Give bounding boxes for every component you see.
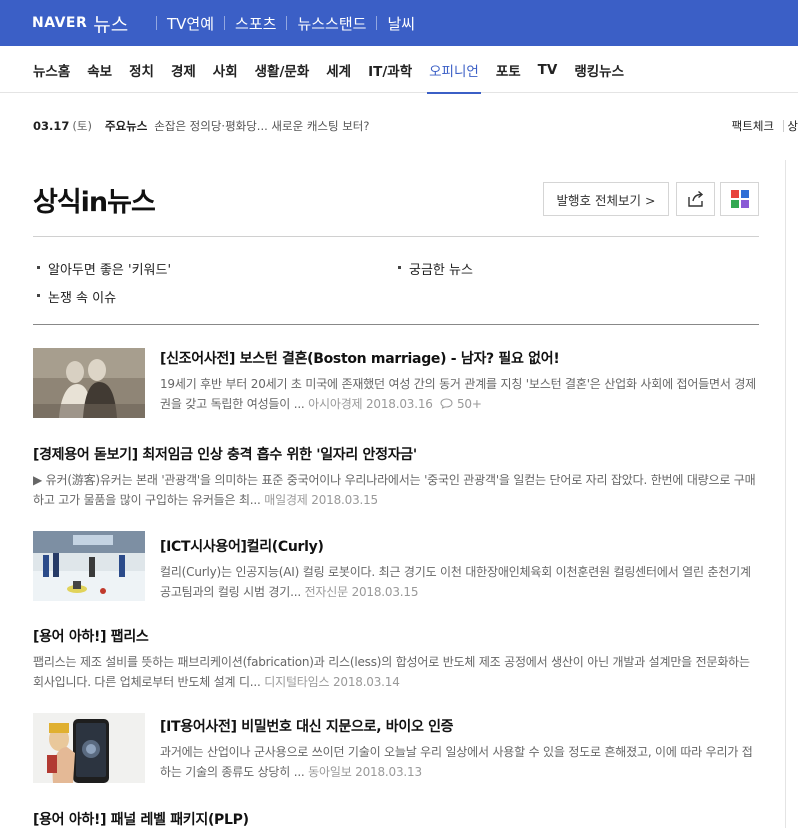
article-source[interactable]: 매일경제 — [264, 493, 308, 507]
fact-check-link[interactable]: 팩트체크 — [732, 118, 774, 134]
nav-separator — [376, 16, 378, 30]
bullet-icon — [398, 266, 401, 269]
subtopic-label: 논쟁 속 이슈 — [48, 291, 117, 306]
bullet-icon — [37, 266, 40, 269]
article-thumbnail[interactable] — [33, 348, 145, 418]
article-date: 2018.03.16 — [366, 397, 433, 411]
section-tab-breaking[interactable]: 속보 — [87, 46, 112, 93]
ticker-right-link-cut[interactable]: 상 — [787, 118, 798, 134]
nav-separator — [286, 16, 288, 30]
divider — [33, 236, 759, 237]
share-icon — [687, 190, 703, 207]
nav-separator — [156, 16, 157, 30]
top-nav: TV연예 스포츠 뉴스스탠드 날씨 — [146, 0, 415, 46]
article-item: [경제용어 돋보기] 최저임금 인상 충격 흡수 위한 '일자리 안정자금' ▶… — [33, 444, 759, 510]
article-item: [IT용어사전] 비밀번호 대신 지문으로, 바이오 인증 과거에는 산업이나 … — [33, 713, 759, 788]
headline-ticker: 03.17 (토) 주요뉴스 손잡은 정의당·평화당... 새로운 캐스팅 보터… — [33, 111, 798, 141]
article-summary[interactable]: 과거에는 산업이나 군사용으로 쓰이던 기술이 오늘날 우리 일상에서 사용할 … — [160, 742, 759, 782]
subtopic-curious-news[interactable]: 궁금한 뉴스 — [398, 259, 473, 278]
article-title[interactable]: [ICT시사용어]컬리(Curly) — [160, 536, 759, 556]
article-title[interactable]: [용어 아하!] 팹리스 — [33, 626, 759, 646]
article-date: 2018.03.15 — [351, 585, 419, 599]
subtopic-label: 궁금한 뉴스 — [409, 263, 473, 278]
article-title[interactable]: [신조어사전] 보스턴 결혼(Boston marriage) - 남자? 필요… — [160, 348, 759, 368]
article-item: [용어 아하!] 패널 레벨 패키지(PLP) — [33, 809, 759, 828]
article-title[interactable]: [경제용어 돋보기] 최저임금 인상 충격 흡수 위한 '일자리 안정자금' — [33, 444, 759, 464]
section-tab-economy[interactable]: 경제 — [171, 46, 196, 93]
ticker-separator — [783, 120, 784, 132]
ticker-headline[interactable]: 손잡은 정의당·평화당... 새로운 캐스팅 보터? — [154, 118, 369, 134]
article-title[interactable]: [IT용어사전] 비밀번호 대신 지문으로, 바이오 인증 — [160, 716, 759, 736]
article-summary[interactable]: ▶ 유커(游客)유커는 본래 '관광객'을 의미하는 표준 중국어이나 우리나라… — [33, 470, 759, 510]
top-bar: NAVER 뉴스 TV연예 스포츠 뉴스스탠드 날씨 — [0, 0, 798, 46]
section-tab-it-science[interactable]: IT/과학 — [368, 46, 412, 93]
article-thumbnail[interactable] — [33, 713, 145, 783]
article-summary[interactable]: 팹리스는 제조 설비를 뜻하는 패브리케이션(fabrication)과 리스(… — [33, 652, 759, 692]
article-date: 2018.03.13 — [355, 765, 422, 779]
top-nav-sports[interactable]: 스포츠 — [235, 13, 276, 34]
ticker-day: (토) — [72, 119, 92, 133]
subtopic-label: 알아두면 좋은 '키워드' — [48, 263, 172, 278]
article-item: [용어 아하!] 팹리스 팹리스는 제조 설비를 뜻하는 패브리케이션(fabr… — [33, 626, 759, 692]
top-nav-tv-entertainment[interactable]: TV연예 — [167, 13, 214, 34]
article-title[interactable]: [용어 아하!] 패널 레벨 패키지(PLP) — [33, 809, 759, 828]
section-tab-opinion[interactable]: 오피니언 — [427, 46, 481, 94]
right-column-divider — [785, 160, 786, 828]
section-nav: 뉴스홈 속보 정치 경제 사회 생활/문화 세계 IT/과학 오피니언 포토 T… — [0, 46, 798, 94]
summary-text: 과거에는 산업이나 군사용으로 쓰이던 기술이 오늘날 우리 일상에서 사용할 … — [160, 745, 753, 779]
section-tab-news-home[interactable]: 뉴스홈 — [33, 46, 70, 93]
article-source[interactable]: 전자신문 — [305, 585, 349, 599]
ticker-label: 주요뉴스 — [104, 119, 148, 133]
article-item: [신조어사전] 보스턴 결혼(Boston marriage) - 남자? 필요… — [33, 348, 759, 420]
section-tab-politics[interactable]: 정치 — [129, 46, 154, 93]
subtopic-keywords[interactable]: 알아두면 좋은 '키워드' — [37, 259, 171, 278]
news-logo[interactable]: 뉴스 — [93, 10, 128, 37]
section-tab-life-culture[interactable]: 생활/문화 — [255, 46, 310, 93]
top-nav-newsstand[interactable]: 뉴스스탠드 — [297, 13, 366, 34]
article-date: 2018.03.15 — [311, 493, 378, 507]
section-tab-ranking[interactable]: 랭킹뉴스 — [574, 46, 624, 93]
top-nav-weather[interactable]: 날씨 — [387, 13, 415, 34]
ticker-date: 03.17 — [33, 119, 70, 133]
comment-icon — [440, 398, 453, 409]
subtopic-debate-issues[interactable]: 논쟁 속 이슈 — [37, 287, 116, 306]
article-item: [ICT시사용어]컬리(Curly) 컬리(Curly)는 인공지능(AI) 컬… — [33, 531, 759, 608]
share-button[interactable] — [676, 182, 715, 216]
brand-logo[interactable]: NAVER 뉴스 — [32, 0, 128, 46]
view-all-issues-button[interactable]: 발행호 전체보기 > — [543, 182, 669, 216]
article-summary[interactable]: 19세기 후반 부터 20세기 초 미국에 존재했던 여성 간의 동거 관계를 … — [160, 374, 759, 414]
article-date: 2018.03.14 — [332, 675, 400, 689]
summary-text: 컬리(Curly)는 인공지능(AI) 컬링 로봇이다. 최근 경기도 이천 대… — [160, 565, 751, 599]
naver-logo[interactable]: NAVER — [32, 15, 87, 31]
grid-icon — [730, 190, 749, 208]
nav-separator — [224, 16, 226, 30]
article-source[interactable]: 동아일보 — [308, 765, 352, 779]
article-source[interactable]: 아시아경제 — [308, 397, 362, 411]
article-source[interactable]: 디지털타임스 — [264, 675, 329, 689]
section-tab-world[interactable]: 세계 — [326, 46, 351, 93]
section-tab-society[interactable]: 사회 — [213, 46, 238, 93]
bullet-icon — [37, 294, 40, 297]
article-thumbnail[interactable] — [33, 531, 145, 601]
page-title: 상식in뉴스 — [33, 187, 156, 218]
section-tab-tv[interactable]: TV — [538, 46, 558, 93]
article-summary[interactable]: 컬리(Curly)는 인공지능(AI) 컬링 로봇이다. 최근 경기도 이천 대… — [160, 562, 759, 602]
summary-text: ▶ 유커(游客)유커는 본래 '관광객'을 의미하는 표준 중국어이나 우리나라… — [33, 473, 756, 507]
section-tab-photo[interactable]: 포토 — [496, 46, 521, 93]
comment-count-value: 50+ — [456, 397, 482, 411]
divider — [33, 324, 759, 325]
comment-count[interactable]: 50+ — [440, 397, 482, 411]
grid-menu-button[interactable] — [720, 182, 759, 216]
